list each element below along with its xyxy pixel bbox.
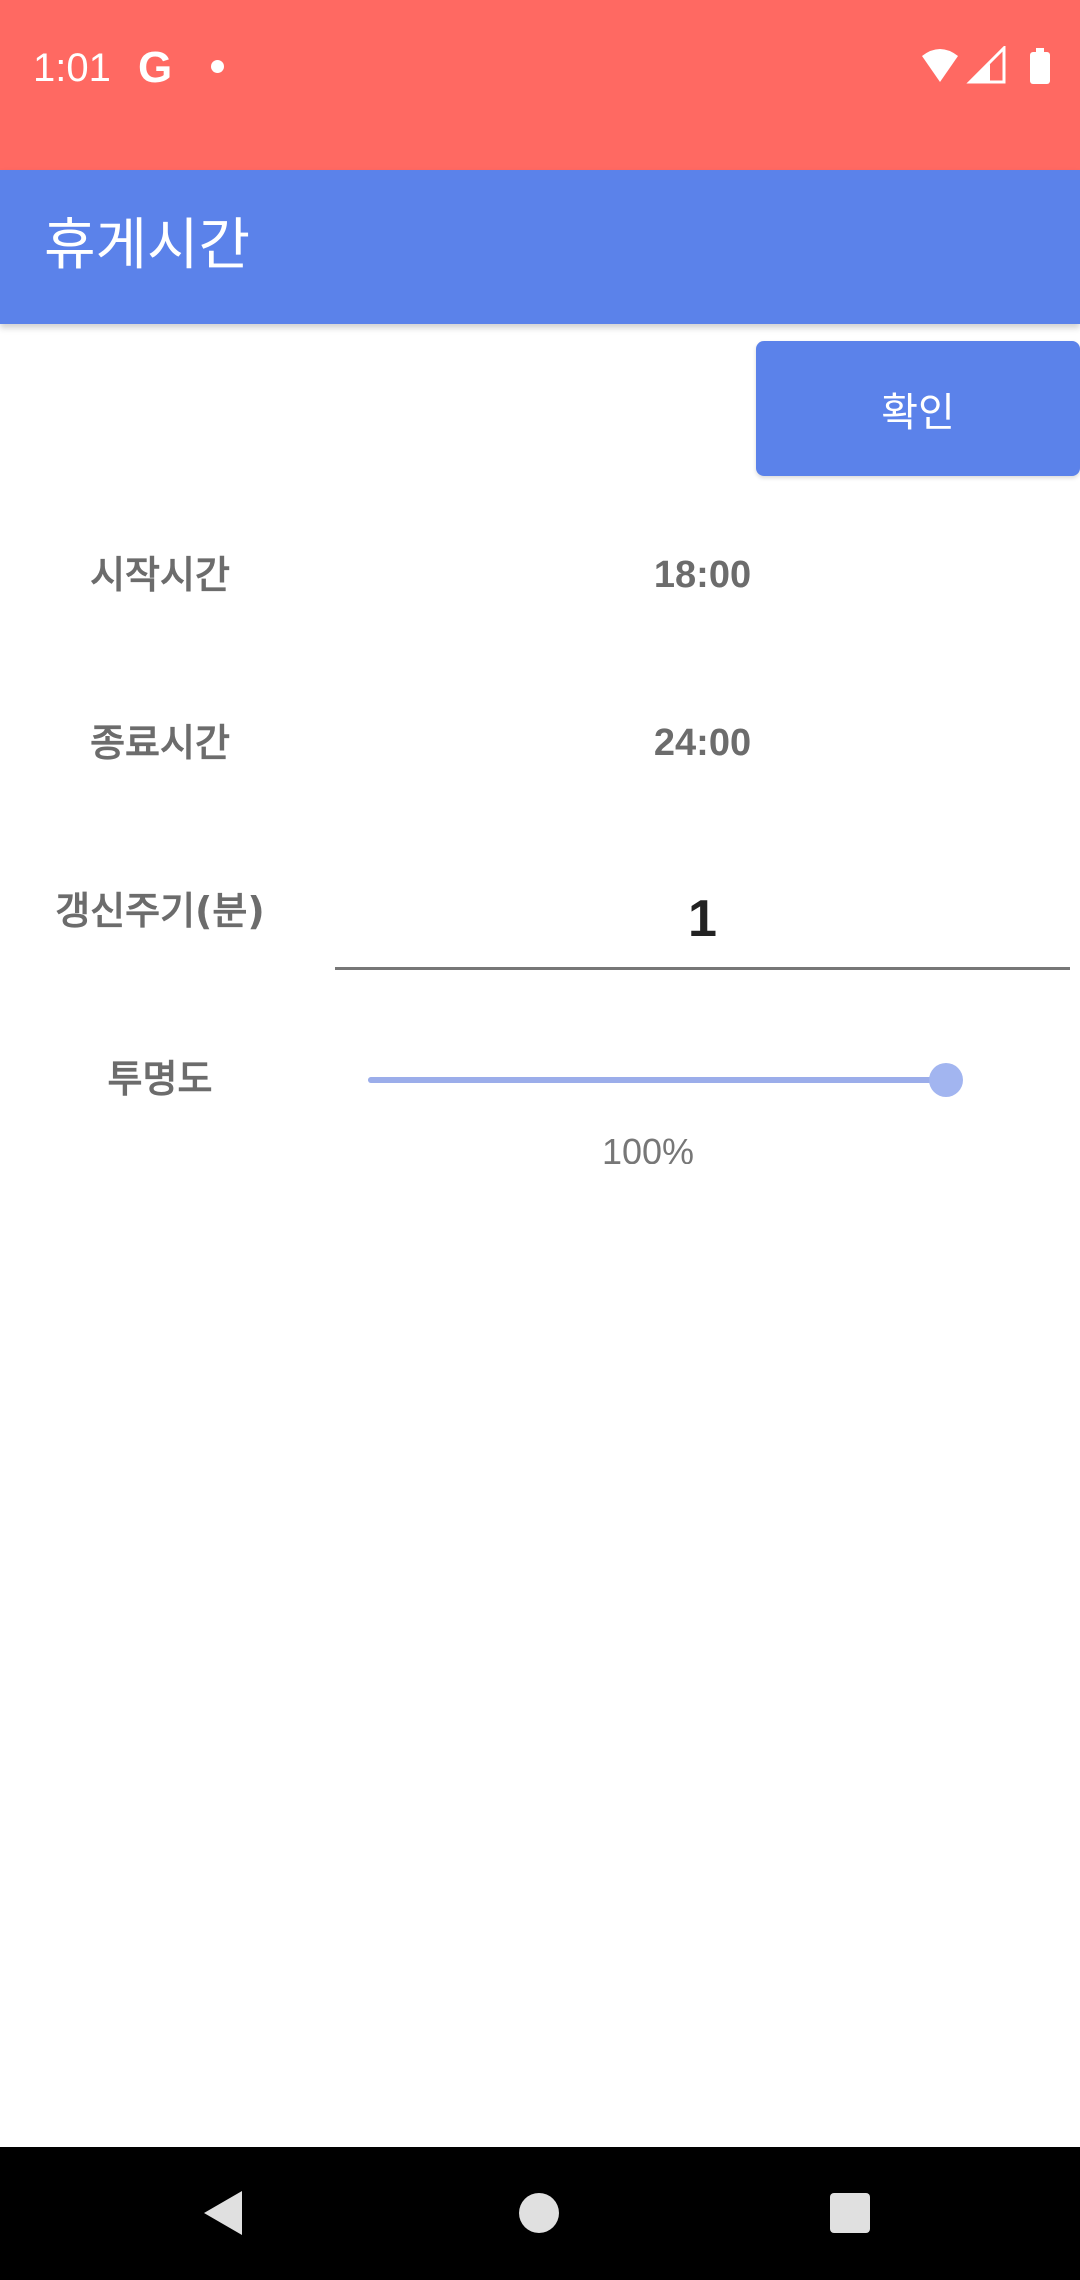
start-time-label: 시작시간: [90, 553, 230, 597]
status-icons: [922, 46, 1050, 84]
opacity-slider-thumb[interactable]: [929, 1063, 963, 1097]
confirm-button[interactable]: 확인: [756, 341, 1080, 476]
end-time-value[interactable]: 24:00: [335, 718, 1070, 768]
wifi-icon: [922, 49, 958, 82]
home-icon[interactable]: [519, 2193, 559, 2233]
opacity-label: 투명도: [107, 1057, 213, 1101]
back-icon[interactable]: [204, 2191, 242, 2235]
opacity-value: 100%: [601, 1131, 695, 1164]
notification-dot-icon: [211, 60, 224, 73]
refresh-interval-input[interactable]: [335, 870, 1070, 970]
confirm-button-label: 확인: [881, 389, 955, 436]
start-time-value[interactable]: 18:00: [335, 550, 1070, 600]
refresh-interval-label: 갱신주기(분): [55, 889, 265, 933]
recents-icon[interactable]: [830, 2193, 870, 2233]
end-time-label: 종료시간: [90, 721, 230, 765]
app-bar: 휴게시간: [0, 170, 1080, 324]
battery-icon: [1030, 52, 1050, 84]
status-bar: 1:01 G: [0, 0, 1080, 170]
opacity-slider[interactable]: [368, 1060, 963, 1100]
google-icon: G: [138, 43, 173, 92]
status-time: 1:01: [33, 46, 111, 90]
navigation-bar: [0, 2147, 1080, 2280]
page-title: 휴게시간: [44, 213, 251, 278]
screen: 1:01 G 휴게시간 확인 시작시간 18:00 종료시간 24:00 갱신주…: [0, 0, 1080, 2280]
opacity-slider-fill: [368, 1077, 946, 1083]
